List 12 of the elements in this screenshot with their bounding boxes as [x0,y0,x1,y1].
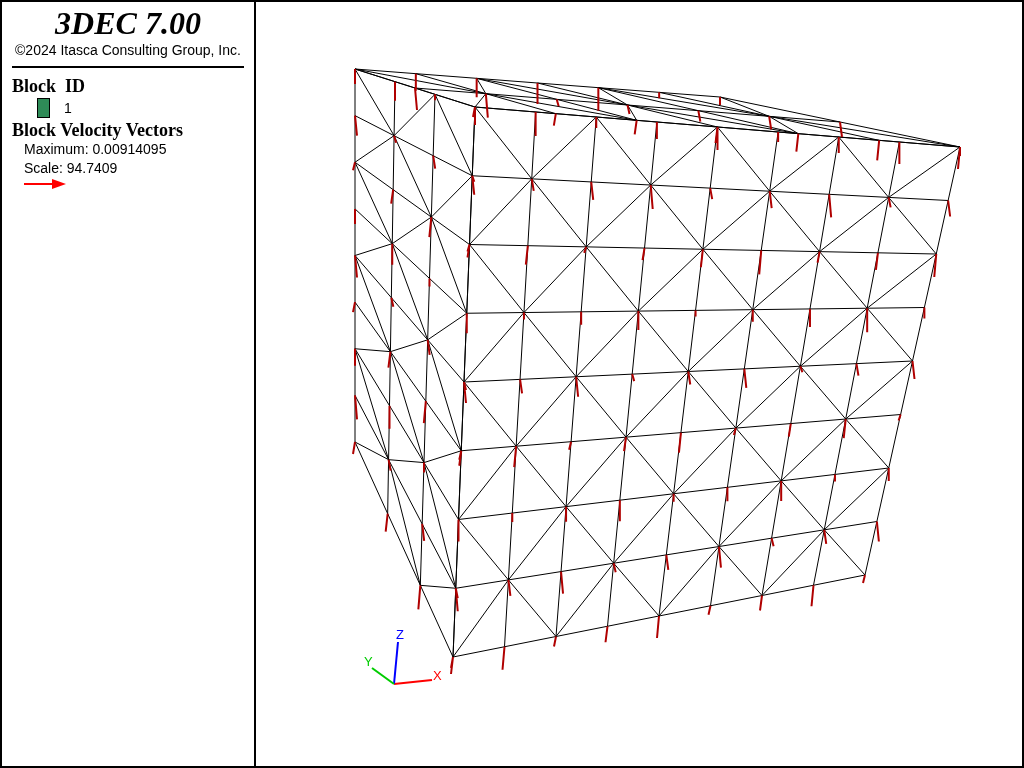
copyright-text: ©2024 Itasca Consulting Group, Inc. [14,42,242,58]
program-title: 3DEC 7.00 [54,6,202,40]
z-axis-label: Z [396,627,404,642]
scale-arrow-icon [24,178,66,190]
legend-heading: Block Velocity Vectors [12,120,184,140]
axis-triad-drawing [371,641,433,685]
x-axis-label: X [433,668,442,683]
legend-heading: Block ID [12,76,86,96]
scale-text: Scale: 94.7409 [23,159,119,178]
legend-label: 1 [64,98,72,118]
maximum-text: Maximum: 0.00914095 [23,140,168,159]
y-axis-label: Y [364,654,373,669]
